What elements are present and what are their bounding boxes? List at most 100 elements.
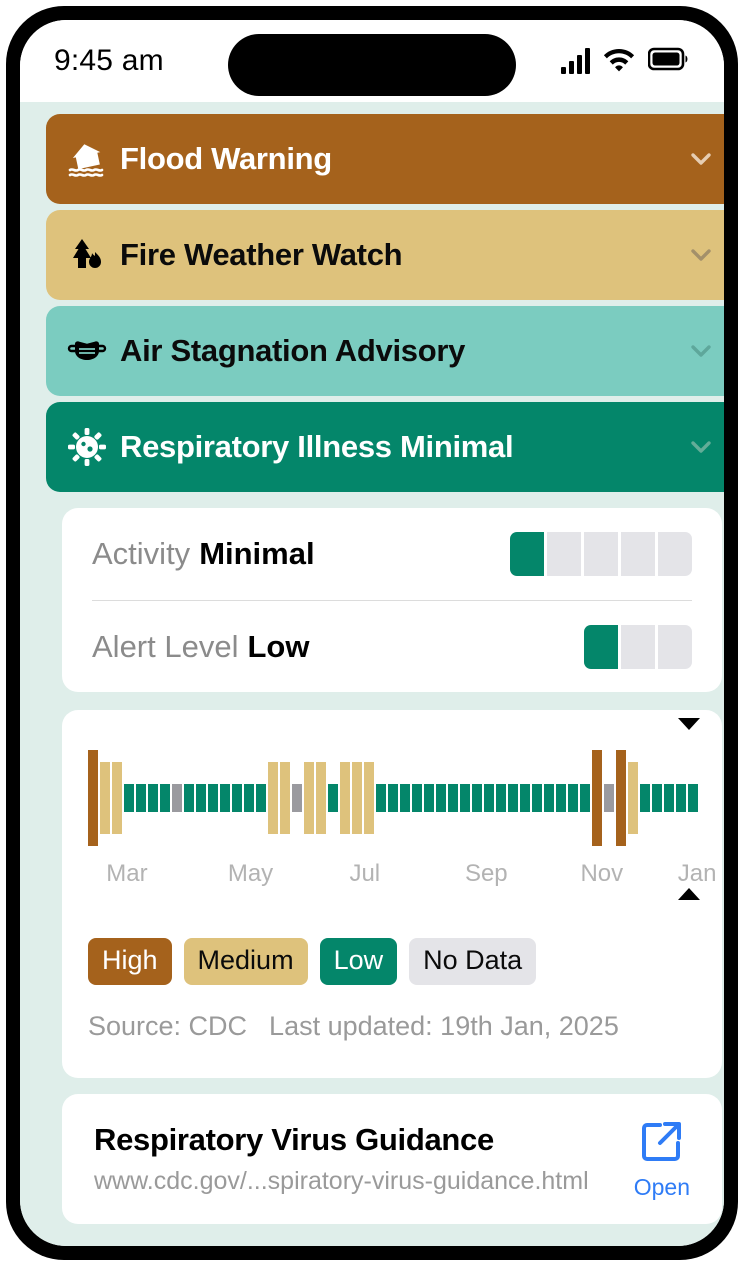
chevron-down-icon[interactable] — [686, 432, 716, 462]
chart-month-label: Jan — [677, 860, 717, 887]
virus-icon — [66, 426, 108, 468]
alert-level-label: Alert Level — [92, 629, 239, 664]
legend-chip-no-data[interactable]: No Data — [409, 938, 537, 985]
chart-bar — [280, 762, 290, 834]
levels-card: Activity Minimal Alert Level Low — [62, 508, 722, 692]
chart-legend: High Medium Low No Data — [62, 938, 722, 985]
chart-bar — [580, 784, 590, 812]
legend-chip-medium[interactable]: Medium — [183, 938, 308, 985]
chevron-down-icon[interactable] — [686, 336, 716, 366]
activity-row: Activity Minimal — [92, 508, 692, 600]
phone-frame: 9:45 am Flood Warning Fire Weather Watch… — [6, 6, 738, 1260]
status-icons — [561, 46, 690, 77]
chart-bar — [160, 784, 170, 812]
activity-bar-chart[interactable] — [88, 746, 698, 850]
activity-label: Activity — [92, 536, 191, 571]
chart-bar — [460, 784, 470, 812]
alert-level-value: Low — [247, 629, 310, 664]
flooded-house-icon — [66, 138, 108, 180]
chart-bar — [100, 762, 110, 834]
meter-pip — [584, 532, 618, 576]
chart-bar — [136, 784, 146, 812]
external-link-icon — [638, 1122, 686, 1169]
link-text-block: Respiratory Virus Guidance www.cdc.gov/.… — [94, 1122, 620, 1196]
chart-bar — [376, 784, 386, 812]
chart-bar — [352, 762, 362, 834]
chart-bar — [364, 762, 374, 834]
chart-bar — [184, 784, 194, 812]
chart-bar — [496, 784, 506, 812]
chart-month-label: Sep — [464, 860, 508, 887]
chart-month-axis: Mar May Jul Sep Nov Jan — [88, 860, 716, 892]
meter-pip — [584, 625, 618, 669]
chart-bar — [544, 784, 554, 812]
chart-bar — [328, 784, 338, 812]
chart-bar — [664, 784, 674, 812]
chart-month-label: Nov — [580, 860, 624, 887]
chart-bar — [268, 762, 278, 834]
link-url: www.cdc.gov/...spiratory-virus-guidance.… — [94, 1167, 589, 1195]
activity-history-card: Mar May Jul Sep Nov Jan High Medium Low No Da… — [62, 710, 722, 1078]
triangle-up-icon[interactable] — [678, 888, 700, 900]
legend-chip-low[interactable]: Low — [319, 938, 398, 985]
alert-level-meter — [584, 625, 692, 669]
chart-bar — [472, 784, 482, 812]
open-label: Open — [633, 1174, 690, 1200]
chart-bar — [628, 762, 638, 834]
alert-banner-fire-weather-watch[interactable]: Fire Weather Watch — [46, 210, 724, 300]
chart-bar — [400, 784, 410, 812]
chart-bar — [556, 784, 566, 812]
chart-bar — [568, 784, 578, 812]
status-bar: 9:45 am — [20, 20, 724, 102]
chart-region: Mar May Jul Sep Nov Jan — [62, 710, 722, 900]
chart-bar — [604, 784, 614, 812]
meter-pip — [621, 625, 655, 669]
open-button[interactable]: Open — [634, 1117, 690, 1201]
chart-bar — [88, 750, 98, 846]
activity-meter — [510, 532, 692, 576]
chart-bar — [484, 784, 494, 812]
alert-banner-air-stagnation-advisory[interactable]: Air Stagnation Advisory — [46, 306, 724, 396]
alerts-screen: Flood Warning Fire Weather Watch Air Sta… — [20, 102, 724, 1246]
legend-chip-high[interactable]: High — [88, 938, 172, 985]
triangle-down-icon[interactable] — [678, 718, 700, 730]
cellular-signal-icon — [561, 48, 590, 74]
chart-bar — [592, 750, 602, 846]
alert-level-row: Alert Level Low — [92, 601, 692, 693]
chart-bar — [520, 784, 530, 812]
meter-pip — [621, 532, 655, 576]
chevron-down-icon[interactable] — [686, 240, 716, 270]
alert-title: Air Stagnation Advisory — [120, 333, 466, 368]
chart-bar — [652, 784, 662, 812]
chart-bar — [196, 784, 206, 812]
guidance-link-card[interactable]: Respiratory Virus Guidance www.cdc.gov/.… — [62, 1094, 722, 1224]
alert-title: Flood Warning — [120, 141, 332, 176]
chart-bar — [304, 762, 314, 834]
source-label: Source: CDC — [88, 1011, 248, 1041]
tree-fire-icon — [66, 234, 108, 276]
chart-month-label: May — [227, 860, 274, 887]
chart-bar — [244, 784, 254, 812]
chart-source-row: Source: CDC Last updated: 19th Jan, 2025 — [62, 1011, 722, 1042]
link-title: Respiratory Virus Guidance — [94, 1122, 494, 1157]
chart-bar — [112, 762, 122, 834]
chart-bar — [388, 784, 398, 812]
alert-banner-respiratory-illness[interactable]: Respiratory Illness Minimal — [46, 402, 724, 492]
chart-bar — [208, 784, 218, 812]
chart-bar — [148, 784, 158, 812]
wifi-icon — [603, 46, 635, 77]
face-mask-icon — [66, 330, 108, 372]
chart-bar — [232, 784, 242, 812]
phone-screen: 9:45 am Flood Warning Fire Weather Watch… — [20, 20, 724, 1246]
chart-bar — [220, 784, 230, 812]
chevron-down-icon[interactable] — [686, 144, 716, 174]
alert-banner-flood-warning[interactable]: Flood Warning — [46, 114, 724, 204]
chart-bar — [256, 784, 266, 812]
last-updated-label: Last updated: 19th Jan, 2025 — [269, 1011, 619, 1041]
status-time: 9:45 am — [54, 44, 164, 77]
chart-bar — [616, 750, 626, 846]
chart-bar — [436, 784, 446, 812]
meter-pip — [658, 625, 692, 669]
alert-title: Respiratory Illness Minimal — [120, 429, 514, 464]
chart-bar — [688, 784, 698, 812]
